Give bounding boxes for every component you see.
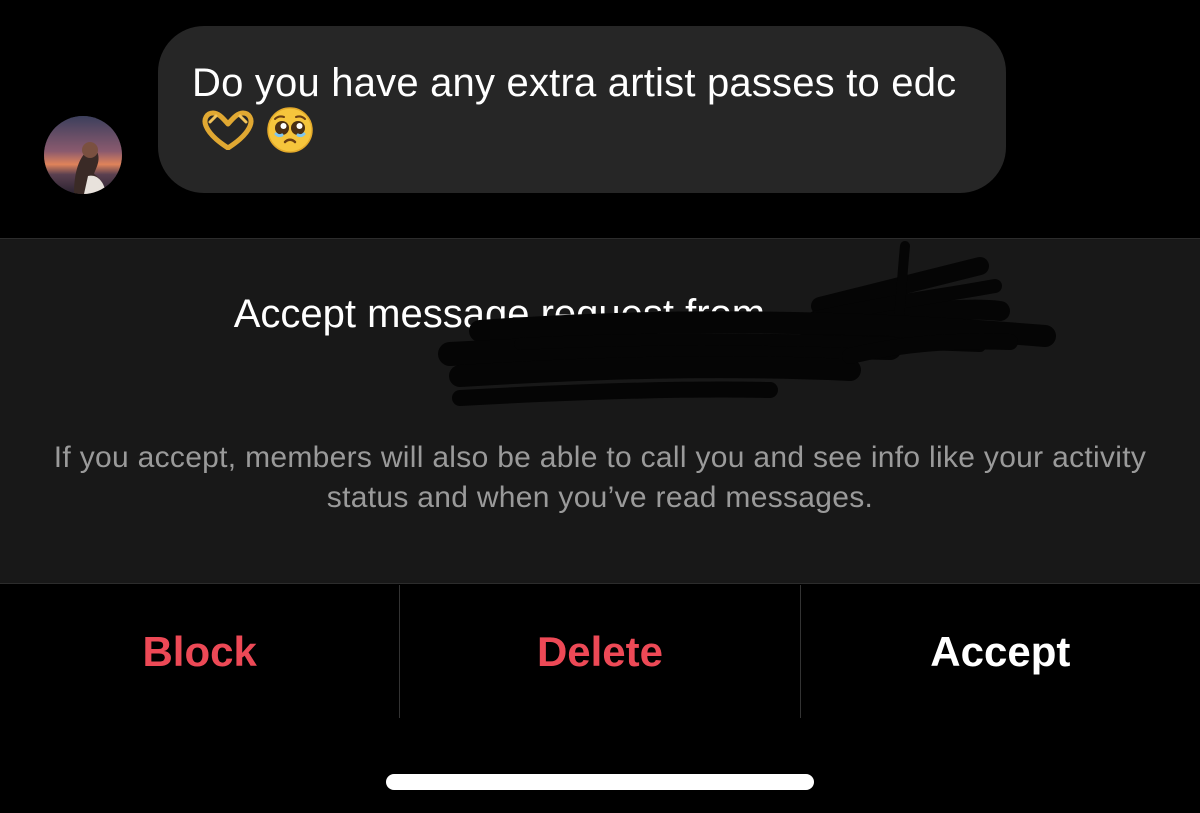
sender-avatar[interactable] — [44, 116, 122, 194]
message-request-panel: Accept message request from If you accep… — [0, 238, 1200, 584]
heart-hands-emoji — [202, 110, 254, 155]
redacted-username — [776, 301, 966, 331]
request-title: Accept message request from — [0, 291, 1200, 337]
accept-button[interactable]: Accept — [799, 585, 1200, 718]
message-request-screen: Do you have any extra artist passes to e… — [0, 0, 1200, 813]
message-text: Do you have any extra artist passes to e… — [192, 61, 957, 105]
request-description: If you accept, members will also be able… — [53, 441, 1147, 514]
request-actions: Block Delete Accept — [0, 585, 1200, 718]
request-title-text: Accept message request from — [233, 292, 766, 336]
block-button[interactable]: Block — [0, 585, 399, 718]
message-bubble[interactable]: Do you have any extra artist passes to e… — [158, 26, 1006, 193]
avatar-photo — [44, 116, 122, 194]
pleading-face-emoji — [266, 106, 314, 159]
home-indicator[interactable] — [386, 774, 814, 790]
delete-button[interactable]: Delete — [399, 585, 799, 718]
